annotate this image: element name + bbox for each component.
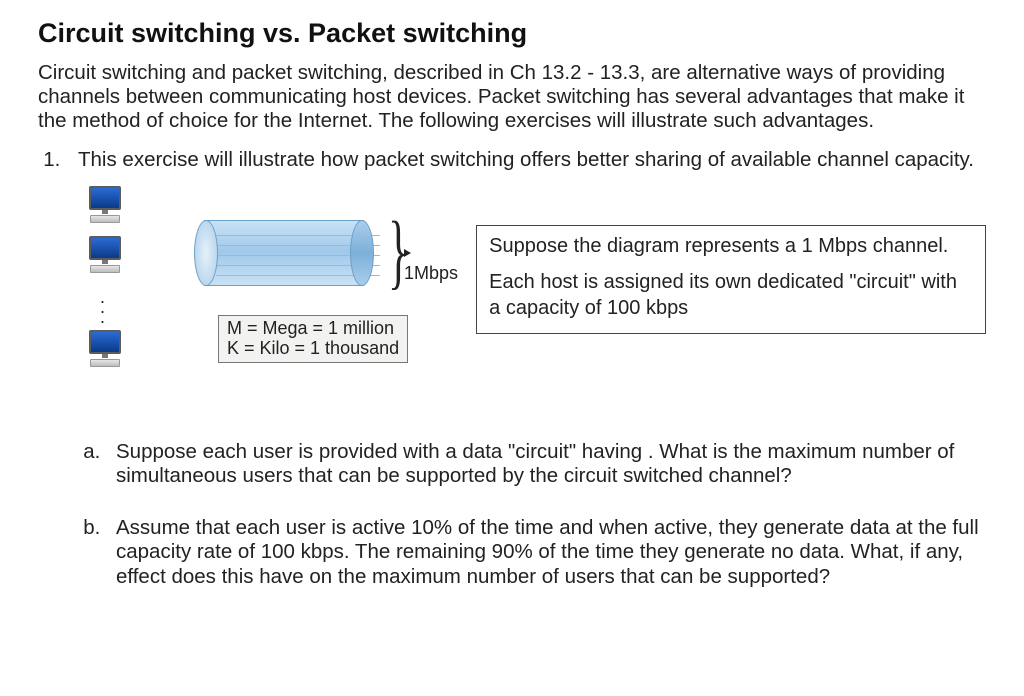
info-line-1: Suppose the diagram represents a 1 Mbps … — [489, 234, 973, 260]
info-box: Suppose the diagram represents a 1 Mbps … — [476, 225, 986, 334]
exercise-list: This exercise will illustrate how packet… — [38, 148, 986, 589]
channel-label: 1Mbps — [404, 242, 460, 284]
exercise-1: This exercise will illustrate how packet… — [66, 148, 986, 589]
ellipsis-icon: ... — [100, 292, 105, 322]
host-icon — [88, 330, 122, 368]
page-title: Circuit switching vs. Packet switching — [38, 18, 986, 49]
host-icon — [88, 186, 122, 224]
question-b: Assume that each user is active 10% of t… — [106, 516, 986, 589]
question-b-text: Assume that each user is active 10% of t… — [116, 516, 979, 587]
wire-line — [122, 278, 186, 349]
units-box: M = Mega = 1 million K = Kilo = 1 thousa… — [218, 315, 408, 363]
channel-cylinder — [194, 220, 374, 284]
exercise-1-text: This exercise will illustrate how packet… — [78, 148, 974, 171]
diagram-row: ... — [88, 180, 986, 380]
wire-line — [122, 204, 199, 233]
network-diagram: ... — [88, 180, 460, 380]
page: Circuit switching vs. Packet switching C… — [0, 0, 1024, 645]
sub-questions: Suppose each user is provided with a dat… — [78, 440, 986, 589]
units-line-1: M = Mega = 1 million — [227, 318, 394, 338]
question-a: Suppose each user is provided with a dat… — [106, 440, 986, 488]
host-icon — [88, 236, 122, 274]
info-line-2: Each host is assigned its own dedicated … — [489, 270, 973, 321]
units-line-2: K = Kilo = 1 thousand — [227, 338, 399, 358]
question-a-text: Suppose each user is provided with a dat… — [116, 440, 954, 487]
wire-line — [122, 251, 198, 255]
intro-paragraph: Circuit switching and packet switching, … — [38, 61, 986, 134]
